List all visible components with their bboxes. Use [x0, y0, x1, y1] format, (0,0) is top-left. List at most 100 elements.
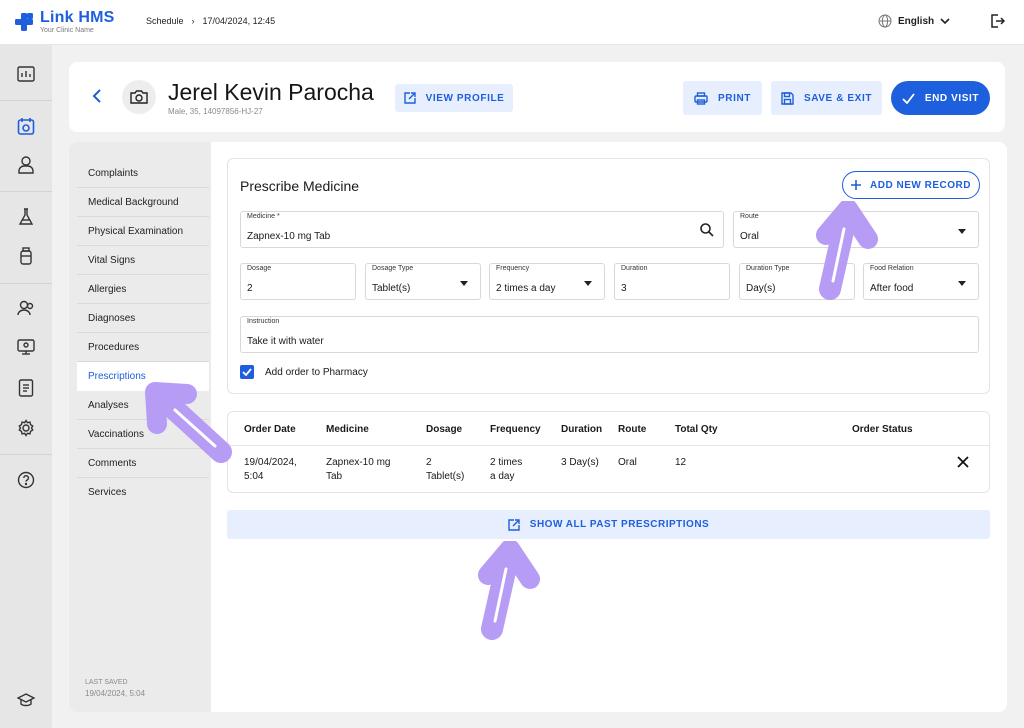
breadcrumb-separator: ›: [191, 16, 195, 26]
instruction-field[interactable]: Instruction Take it with water: [240, 316, 979, 353]
save-exit-button[interactable]: SAVE & EXIT: [771, 81, 882, 115]
nav-lab[interactable]: [16, 207, 36, 227]
help-icon: [17, 471, 35, 489]
back-arrow-icon[interactable]: [89, 88, 105, 104]
cell-medicine-line2: Tab: [326, 471, 343, 482]
top-bar: Link HMS Your Clinic Name Schedule › 17/…: [0, 0, 1024, 45]
nav-help[interactable]: [16, 470, 36, 490]
cell-order-date: 19/04/2024, 5:04: [244, 456, 297, 484]
add-new-record-button[interactable]: ADD NEW RECORD: [842, 171, 980, 199]
menu-item-allergies[interactable]: Allergies: [77, 275, 209, 304]
globe-icon: [878, 14, 892, 28]
menu-item-services[interactable]: Services: [77, 478, 209, 507]
nav-divider: [0, 283, 52, 284]
table-header-divider: [228, 445, 989, 446]
dropdown-caret-icon: [584, 281, 592, 286]
breadcrumb-schedule[interactable]: Schedule: [146, 16, 184, 26]
pharmacy-checkbox[interactable]: [240, 365, 254, 379]
duration-type-value: Day(s): [746, 283, 776, 294]
language-label: English: [898, 15, 935, 27]
duration-field[interactable]: Duration 3: [614, 263, 730, 300]
duration-value: 3: [621, 283, 627, 294]
frequency-value: 2 times a day: [496, 283, 556, 294]
nav-dashboard[interactable]: [16, 64, 36, 84]
check-icon: [902, 92, 915, 104]
breadcrumb-current: 17/04/2024, 12:45: [202, 16, 276, 26]
medicine-field[interactable]: Medicine * Zapnex-10 mg Tab: [240, 211, 724, 248]
annotation-arrow-add-record: [816, 201, 878, 300]
annotation-arrow-prescriptions: [145, 382, 232, 463]
bottle-icon: [20, 247, 32, 265]
logout-icon[interactable]: [991, 14, 1005, 28]
nav-settings[interactable]: [16, 418, 36, 438]
cell-dosage-line2: Tablet(s): [426, 471, 465, 482]
breadcrumb: Schedule › 17/04/2024, 12:45: [146, 16, 275, 26]
end-visit-button[interactable]: END VISIT: [891, 81, 990, 115]
menu-item-medical-background[interactable]: Medical Background: [77, 188, 209, 217]
close-icon[interactable]: [957, 456, 969, 468]
last-saved-label: LAST SAVED: [85, 679, 128, 686]
flask-icon: [18, 208, 34, 225]
dosage-label: Dosage: [247, 265, 272, 272]
gear-icon: [18, 419, 34, 437]
menu-item-diagnoses[interactable]: Diagnoses: [77, 304, 209, 333]
graduation-cap-icon: [17, 693, 35, 707]
app-logo[interactable]: Link HMS Your Clinic Name: [14, 10, 115, 34]
external-link-icon: [508, 518, 520, 531]
print-label: PRINT: [718, 92, 751, 104]
nav-reports[interactable]: [16, 378, 36, 398]
view-profile-label: VIEW PROFILE: [425, 92, 505, 104]
cell-frequency: 2 times a day: [490, 456, 522, 484]
language-selector[interactable]: English: [878, 14, 950, 28]
camera-icon: [130, 90, 148, 104]
nav-divider: [0, 100, 52, 101]
last-saved-value: 19/04/2024, 5:04: [85, 688, 146, 698]
clinic-name: Your Clinic Name: [40, 27, 94, 34]
nav-patients[interactable]: [16, 155, 36, 175]
show-all-label: SHOW ALL PAST PRESCRIPTIONS: [529, 519, 710, 530]
medicine-value: Zapnex-10 mg Tab: [247, 231, 331, 242]
nav-schedule[interactable]: [16, 116, 36, 136]
checkmark-icon: [242, 368, 252, 376]
nav-monitor[interactable]: [16, 337, 36, 357]
annotation-arrow-show-all: [478, 541, 540, 640]
cell-order-date-line2: 5:04: [244, 471, 264, 482]
print-button[interactable]: PRINT: [683, 81, 762, 115]
search-icon[interactable]: [700, 223, 714, 237]
end-visit-label: END VISIT: [924, 92, 980, 104]
menu-item-complaints[interactable]: Complaints: [77, 159, 209, 188]
menu-item-vital-signs[interactable]: Vital Signs: [77, 246, 209, 275]
column-header-medicine: Medicine: [326, 424, 369, 435]
pharmacy-checkbox-label[interactable]: Add order to Pharmacy: [265, 367, 368, 378]
show-all-past-prescriptions-button[interactable]: SHOW ALL PAST PRESCRIPTIONS: [227, 510, 990, 539]
nav-pharmacy[interactable]: [16, 246, 36, 266]
cell-frequency-line2: a day: [490, 471, 515, 482]
users-icon: [17, 300, 34, 316]
nav-divider: [0, 454, 52, 455]
column-header-total-qty: Total Qty: [675, 424, 718, 435]
nav-divider: [0, 191, 52, 192]
medicine-label: Medicine *: [247, 213, 280, 220]
report-icon: [18, 379, 34, 397]
column-header-dosage: Dosage: [426, 424, 463, 435]
instruction-label: Instruction: [247, 318, 280, 325]
frequency-select[interactable]: Frequency 2 times a day: [489, 263, 605, 300]
monitor-icon: [17, 339, 35, 355]
cell-duration: 3 Day(s): [561, 457, 599, 468]
patient-photo-button[interactable]: [122, 80, 156, 114]
cell-medicine-line1: Zapnex-10 mg: [326, 457, 391, 468]
column-header-route: Route: [618, 424, 647, 435]
cell-frequency-line1: 2 times: [490, 457, 523, 468]
menu-item-procedures[interactable]: Procedures: [77, 333, 209, 362]
menu-item-physical-examination[interactable]: Physical Examination: [77, 217, 209, 246]
dosage-type-select[interactable]: Dosage Type Tablet(s): [365, 263, 481, 300]
nav-learning[interactable]: [16, 690, 36, 710]
nav-staff[interactable]: [16, 298, 36, 318]
side-navigation: [0, 45, 52, 728]
dosage-field[interactable]: Dosage 2: [240, 263, 356, 300]
view-profile-button[interactable]: VIEW PROFILE: [395, 84, 513, 112]
dosage-value: 2: [247, 283, 253, 294]
dropdown-caret-icon: [958, 281, 966, 286]
instruction-value: Take it with water: [247, 336, 324, 347]
calendar-icon: [17, 118, 35, 135]
